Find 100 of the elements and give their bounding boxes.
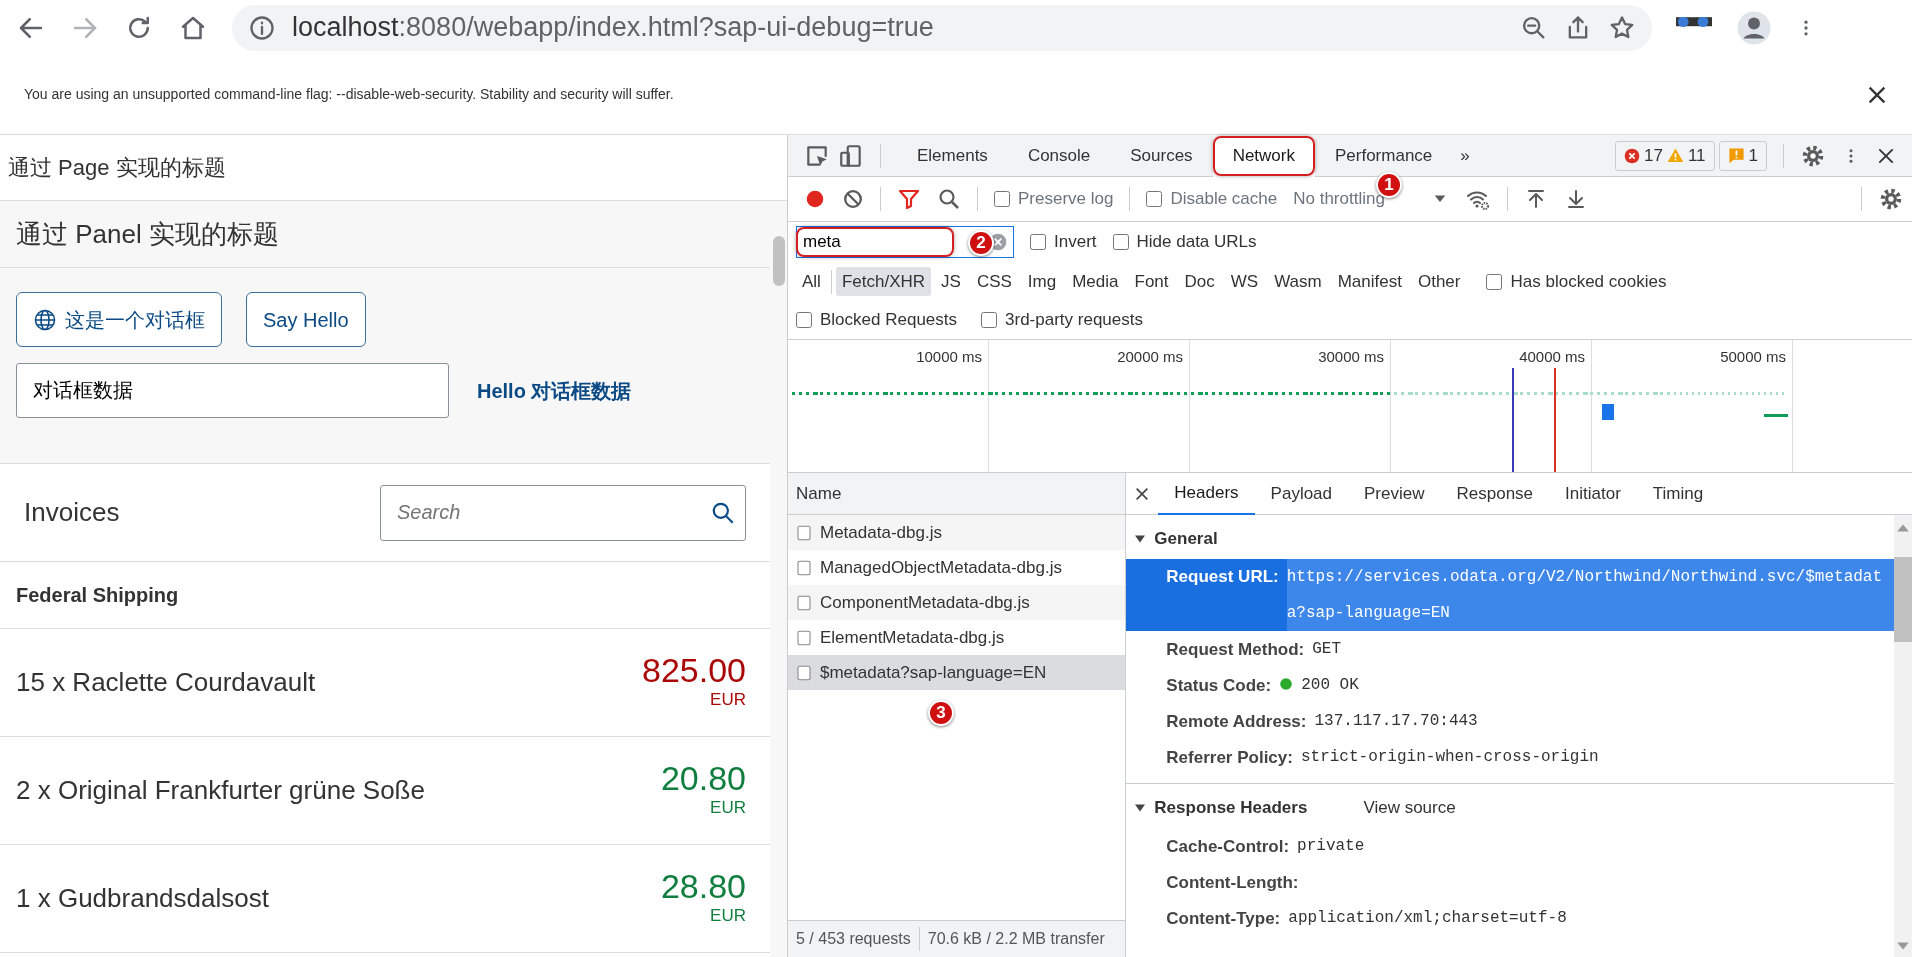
globe-icon <box>33 307 57 332</box>
detail-tab[interactable]: Headers <box>1158 473 1255 515</box>
checkbox-label: Invert <box>1054 231 1097 254</box>
header-value: private <box>1297 836 1365 857</box>
greeting-text: Hello 对话框数据 <box>477 378 632 404</box>
file-icon <box>796 663 812 682</box>
issues-counter[interactable]: 1 <box>1718 140 1767 171</box>
checkbox-label: Has blocked cookies <box>1510 270 1667 293</box>
clear-icon[interactable] <box>842 188 864 210</box>
file-icon <box>796 628 812 647</box>
issue-icon <box>1727 147 1745 164</box>
type-filter[interactable]: Fetch/XHR <box>835 266 932 297</box>
type-filter[interactable]: WS <box>1224 266 1265 297</box>
type-filter[interactable]: Media <box>1066 266 1125 297</box>
type-filter[interactable]: Manifest <box>1331 266 1408 297</box>
record-icon[interactable] <box>804 188 826 210</box>
header-value: strict-origin-when-cross-origin <box>1300 747 1599 768</box>
detail-tab[interactable]: Initiator <box>1549 473 1637 515</box>
time-tick: 40000 ms <box>1519 348 1585 365</box>
settings-icon[interactable] <box>1878 186 1904 212</box>
checkbox[interactable] <box>1146 191 1163 207</box>
panel-tab[interactable]: Network <box>1212 135 1315 177</box>
status-dot <box>1279 677 1294 691</box>
request-row[interactable]: ManagedObjectMetadata-dbg.js <box>788 550 1126 585</box>
section-title[interactable]: General <box>1154 526 1218 552</box>
scrollbar-thumb[interactable] <box>772 236 785 286</box>
checkbox[interactable] <box>796 312 812 328</box>
error-icon <box>1623 147 1640 164</box>
time-tick: 20000 ms <box>1117 348 1183 365</box>
scrollbar-thumb[interactable] <box>1893 557 1912 642</box>
view-source-link[interactable]: View source <box>1363 795 1456 821</box>
type-filter[interactable]: Other <box>1411 266 1467 297</box>
request-row[interactable]: ElementMetadata-dbg.js <box>788 620 1126 655</box>
currency-label: EUR <box>710 796 746 819</box>
invoice-item[interactable]: 2 x Original Frankfurter grüne Soße <box>16 771 425 810</box>
header-value: 137.117.17.70:443 <box>1314 711 1478 732</box>
request-row[interactable]: Metadata-dbg.js <box>788 515 1126 550</box>
selected-row[interactable]: Request URL: https://services.odata.org/V2/Northwind/Northwind.svc/$metadata?sap-language=EN <box>1126 559 1894 631</box>
more-tabs-button[interactable]: » <box>1452 142 1478 169</box>
expand-icon[interactable] <box>1134 533 1147 545</box>
invoice-item[interactable]: 1 x Gudbrandsdalsost <box>16 879 269 918</box>
say-hello-button[interactable]: Say Hello <box>246 292 366 347</box>
device-icon[interactable] <box>838 142 864 169</box>
checkbox-label: Blocked Requests <box>820 309 958 332</box>
expand-icon[interactable] <box>1134 802 1147 814</box>
currency-label: EUR <box>710 904 746 927</box>
close-icon[interactable] <box>1134 485 1151 502</box>
avatar-icon[interactable] <box>1736 9 1772 46</box>
request-row[interactable]: ComponentMetadata-dbg.js <box>788 585 1126 620</box>
currency-label: EUR <box>710 688 746 711</box>
type-filter[interactable]: Doc <box>1178 266 1221 297</box>
checkbox-label: Hide data URLs <box>1136 231 1257 254</box>
checkbox[interactable] <box>1030 234 1046 250</box>
price-value: 28.80 <box>660 868 746 903</box>
header-name: Request Method: <box>1166 639 1305 661</box>
panel-tab[interactable]: Elements <box>897 135 1008 177</box>
group-header: Federal Shipping <box>16 583 179 608</box>
header-name: Remote Address: <box>1166 711 1307 733</box>
checkbox[interactable] <box>981 312 998 328</box>
header-name: Request URL: <box>1166 566 1279 588</box>
checkbox[interactable] <box>1486 273 1503 290</box>
detail-tab[interactable]: Payload <box>1254 473 1349 515</box>
type-filter[interactable]: Wasm <box>1268 266 1328 297</box>
detail-tab[interactable]: Response <box>1440 473 1550 515</box>
detail-tab[interactable]: Preview <box>1348 473 1441 515</box>
panel-tab[interactable]: Console <box>1007 135 1111 177</box>
text-input[interactable]: 对话框数据 <box>16 363 449 418</box>
list-title: Invoices <box>24 496 120 529</box>
header-value: 200 OK <box>1301 675 1359 696</box>
checkbox[interactable] <box>1112 234 1129 250</box>
type-filter[interactable]: Font <box>1128 266 1175 297</box>
header-name: Cache-Control: <box>1166 836 1290 858</box>
header-name: Content-Type: <box>1166 908 1281 930</box>
search-icon[interactable] <box>937 187 961 211</box>
type-filter[interactable]: CSS <box>970 266 1018 297</box>
section-title[interactable]: Response Headers <box>1154 795 1308 821</box>
type-filter[interactable]: JS <box>935 266 967 297</box>
checkbox-label: Preserve log <box>1018 188 1114 211</box>
dialog-button[interactable]: 这是一个对话框 <box>16 292 222 347</box>
header-value: GET <box>1312 639 1342 660</box>
filter-icon[interactable] <box>897 187 921 211</box>
checkbox[interactable] <box>994 191 1010 207</box>
invoice-item[interactable]: 15 x Raclette Courdavault <box>16 663 316 702</box>
header-value: application/xml;charset=utf-8 <box>1288 908 1567 929</box>
console-counts[interactable]: 17 11 <box>1614 140 1715 171</box>
warning-count: 11 <box>1687 144 1706 167</box>
header-name: Referrer Policy: <box>1166 747 1293 769</box>
request-row[interactable]: $metadata?sap-language=EN <box>788 655 1126 690</box>
detail-tab[interactable]: Timing <box>1636 473 1720 515</box>
issue-count: 1 <box>1748 144 1758 167</box>
file-icon <box>796 558 812 577</box>
checkbox-label: Disable cache <box>1170 188 1278 211</box>
header-name: Status Code: <box>1166 675 1272 697</box>
column-header[interactable]: Name <box>796 480 842 507</box>
panel-tab[interactable]: Sources <box>1110 135 1213 177</box>
time-tick: 30000 ms <box>1318 348 1384 365</box>
search-field[interactable]: Search <box>380 484 746 541</box>
type-filter[interactable]: All <box>796 266 827 297</box>
type-filter[interactable]: Img <box>1021 266 1063 297</box>
panel-title: 通过 Panel 实现的标题 <box>16 217 279 251</box>
